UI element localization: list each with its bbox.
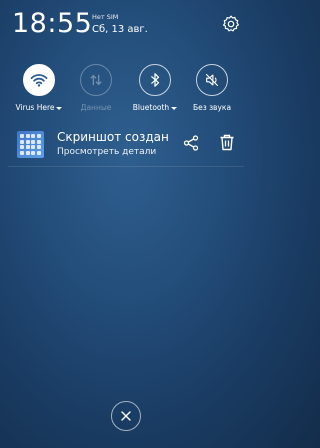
toggle-mobile-data[interactable]: Данные xyxy=(66,64,126,118)
toggle-wifi[interactable]: Virus Here xyxy=(9,64,69,118)
bluetooth-icon xyxy=(139,64,171,96)
date-label: Сб, 13 авг. xyxy=(92,24,148,35)
notification-divider xyxy=(8,166,244,167)
chevron-down-icon xyxy=(56,106,63,110)
toggle-wifi-label[interactable]: Virus Here xyxy=(9,103,69,113)
dismiss-all-button[interactable] xyxy=(111,401,141,431)
toggle-bluetooth[interactable]: Bluetooth xyxy=(125,64,185,118)
share-icon[interactable] xyxy=(183,135,199,151)
notification-subtitle: Просмотреть детали xyxy=(57,147,157,157)
close-icon xyxy=(121,411,131,421)
toggle-bluetooth-label[interactable]: Bluetooth xyxy=(125,103,185,113)
screenshot-notification[interactable]: Скриншот создан Просмотреть детали xyxy=(0,124,252,164)
trash-icon[interactable] xyxy=(219,134,235,151)
toggle-mute-label: Без звука xyxy=(192,103,232,112)
clock-time: 18:55 xyxy=(12,8,93,39)
mobile-data-icon xyxy=(80,64,112,96)
toggle-mute[interactable]: Без звука xyxy=(182,64,242,118)
settings-gear-icon[interactable] xyxy=(222,15,240,33)
wifi-icon xyxy=(23,64,55,96)
chevron-down-icon xyxy=(171,106,178,110)
screenshot-thumbnail xyxy=(17,131,44,158)
notification-title: Скриншот создан xyxy=(57,130,169,144)
mute-icon xyxy=(196,64,228,96)
sim-status: Нет SIM xyxy=(92,13,119,21)
toggle-mobile-data-label: Данные xyxy=(80,103,112,112)
